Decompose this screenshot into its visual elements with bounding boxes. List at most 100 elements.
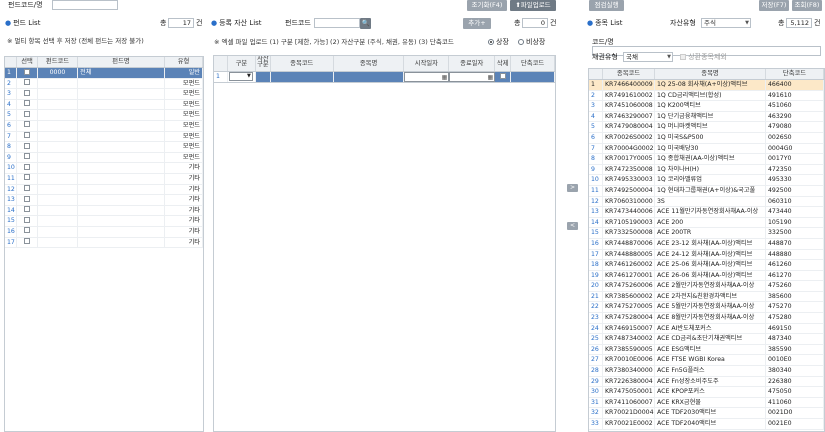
bond-type-select[interactable]: 국채 ▼ xyxy=(623,52,673,62)
select-checkbox[interactable] xyxy=(24,89,30,96)
table-row[interactable]: 16 KR7448870006 ACE 23-12 회사채(AA-이상)액티브 448… xyxy=(589,238,824,250)
table-row[interactable]: 5 KR7479080004 1Q 머니마켓액티브 479080 xyxy=(589,122,824,133)
table-row[interactable]: 16 기타 xyxy=(5,226,203,238)
col-category[interactable]: 구분 xyxy=(228,56,256,71)
select-checkbox[interactable] xyxy=(24,68,30,75)
item-name-cell[interactable] xyxy=(333,72,405,82)
col-fund-code[interactable]: 펀드코드 xyxy=(38,57,78,67)
table-row[interactable]: 26 KR7385590005 ACE ESG액티브 385590 xyxy=(589,344,824,356)
search-button[interactable]: 조회(F8) xyxy=(792,0,822,11)
select-checkbox[interactable] xyxy=(24,238,30,244)
col-stock-short[interactable]: 단축코드 xyxy=(766,69,824,79)
table-row[interactable]: 15 KR7332500008 ACE 200TR 332500 xyxy=(589,228,824,239)
table-row[interactable]: 3 KR7451060008 1Q K200액티브 451060 xyxy=(589,101,824,112)
calendar-icon[interactable]: ▦ xyxy=(488,73,494,81)
table-row[interactable]: 6 KR70026S0002 1Q 미국S&P500 0026S0 xyxy=(589,132,824,144)
table-row[interactable]: 18 KR7461260002 ACE 25-06 회사채(AA-이상)액티브 461… xyxy=(589,260,824,271)
col-stock-code[interactable]: 종목코드 xyxy=(603,69,655,79)
select-checkbox-cell[interactable] xyxy=(17,68,38,78)
file-upload-button[interactable]: ⬆파일업로드 xyxy=(510,0,556,11)
select-checkbox[interactable] xyxy=(24,132,30,139)
select-checkbox[interactable] xyxy=(24,185,30,192)
table-row[interactable]: 10 기타 xyxy=(5,163,203,174)
magnifier-icon[interactable]: 🔍 xyxy=(360,18,371,29)
table-row[interactable]: 4 KR7463290007 1Q 단기금융채액티브 463290 xyxy=(589,111,824,123)
table-row[interactable]: 22 KR7475270005 ACE 5월만기자동연장회사채AA-이상 475270 xyxy=(589,302,824,314)
table-row[interactable]: 8 모펀드 xyxy=(5,142,203,153)
select-checkbox[interactable] xyxy=(24,110,30,117)
table-row[interactable]: 20 KR7475260006 ACE 2월만기자동연장회사채AA-이상 475260 xyxy=(589,281,824,292)
short-code-cell[interactable] xyxy=(511,72,555,82)
select-checkbox[interactable] xyxy=(24,121,30,128)
table-row[interactable]: 1 KR7466400009 1Q 25-08 회사채(A+이상)액티브 466400 xyxy=(589,80,824,91)
table-row[interactable]: 15 기타 xyxy=(5,216,203,227)
select-checkbox-cell[interactable] xyxy=(17,110,38,120)
col-short-code[interactable]: 단축코드 xyxy=(511,56,555,71)
table-row[interactable]: 4 모펀드 xyxy=(5,99,203,111)
select-checkbox[interactable] xyxy=(24,174,30,181)
reset-button[interactable]: 조기화(F4) xyxy=(467,0,507,11)
table-row[interactable]: 13 기타 xyxy=(5,195,203,206)
table-row[interactable]: 33 KR70021E0002 ACE TDF2040액티브 0021E0 xyxy=(589,419,824,430)
fund-code-input[interactable] xyxy=(52,0,118,10)
asset-edit-row[interactable]: 1 ▼ ▦ ▦ xyxy=(214,72,555,83)
col-end-date[interactable]: 종료일자 xyxy=(449,56,496,71)
table-row[interactable]: 31 KR7411060007 ACE KRX금현물 411060 xyxy=(589,397,824,409)
radio-unlisted-circle[interactable] xyxy=(518,39,524,45)
col-start-date[interactable]: 시작일자 xyxy=(404,56,450,71)
asset-type-cell[interactable] xyxy=(255,72,271,82)
select-checkbox-cell[interactable] xyxy=(17,195,38,205)
table-row[interactable]: 8 KR70017Y0005 1Q 종합채권(AA-이상)액티브 0017Y0 xyxy=(589,154,824,165)
end-date-field[interactable]: ▦ xyxy=(449,72,496,82)
table-row[interactable]: 29 KR7226380004 ACE Fn성장소비주도주 226380 xyxy=(589,376,824,388)
start-date-field[interactable]: ▦ xyxy=(404,72,450,82)
move-right-button[interactable]: > xyxy=(567,184,578,192)
table-row[interactable]: 9 모펀드 xyxy=(5,152,203,164)
col-stock-name[interactable]: 종목명 xyxy=(655,69,766,79)
radio-listed[interactable]: 상장 xyxy=(488,37,509,47)
table-row[interactable]: 13 KR7473440006 ACE 11월만기자동연장회사채AA-이상 47344… xyxy=(589,207,824,218)
asset-fund-code-input[interactable] xyxy=(314,18,360,28)
table-row[interactable]: 5 모펀드 xyxy=(5,110,203,121)
calendar-icon[interactable]: ▦ xyxy=(442,73,448,81)
col-item-code[interactable]: 종목코드 xyxy=(271,56,334,71)
table-row[interactable]: 25 KR7487340002 ACE CD금리&초단기채권액티브 487340 xyxy=(589,334,824,345)
table-row[interactable]: 28 KR7380340000 ACE Fn5G플러스 380340 xyxy=(589,366,824,377)
table-row[interactable]: 27 KR70010E0006 ACE FTSE WGBI Korea 0010E0 xyxy=(589,355,824,367)
select-checkbox[interactable] xyxy=(24,163,30,170)
select-checkbox-cell[interactable] xyxy=(17,237,38,248)
table-row[interactable]: 7 모펀드 xyxy=(5,131,203,143)
col-delete[interactable]: 삭제 xyxy=(495,56,512,71)
select-checkbox-cell[interactable] xyxy=(17,173,38,184)
table-row[interactable]: 11 기타 xyxy=(5,173,203,185)
select-checkbox-cell[interactable] xyxy=(17,78,38,89)
table-row[interactable]: 14 기타 xyxy=(5,205,203,217)
table-row[interactable]: 1 0000 전체 일반 xyxy=(5,68,203,79)
category-select[interactable]: ▼ xyxy=(228,72,256,82)
delete-checkbox-cell[interactable] xyxy=(495,72,512,82)
select-checkbox-cell[interactable] xyxy=(17,163,38,173)
save-button[interactable]: 저장(F7) xyxy=(759,0,789,11)
select-checkbox-cell[interactable] xyxy=(17,226,38,237)
col-item-name[interactable]: 종목명 xyxy=(334,56,405,71)
table-row[interactable]: 3 모펀드 xyxy=(5,89,203,100)
delete-checkbox[interactable] xyxy=(499,72,506,79)
table-row[interactable]: 6 모펀드 xyxy=(5,120,203,132)
table-row[interactable]: 19 KR7461270001 ACE 26-06 회사채(AA-이상)액티브 461… xyxy=(589,270,824,282)
table-row[interactable]: 14 KR7105190003 ACE 200 105190 xyxy=(589,217,824,229)
select-checkbox-cell[interactable] xyxy=(17,152,38,163)
col-fund-name[interactable]: 펀드명 xyxy=(78,57,165,67)
select-checkbox-cell[interactable] xyxy=(17,120,38,131)
select-checkbox[interactable] xyxy=(24,195,30,202)
move-left-button[interactable]: < xyxy=(567,222,578,230)
select-checkbox-cell[interactable] xyxy=(17,184,38,195)
table-row[interactable]: 17 기타 xyxy=(5,237,203,249)
select-checkbox[interactable] xyxy=(24,100,30,107)
select-checkbox-cell[interactable] xyxy=(17,99,38,110)
table-row[interactable]: 2 모펀드 xyxy=(5,78,203,90)
exclude-redeemed-checkbox[interactable] xyxy=(680,53,686,60)
table-row[interactable]: 23 KR7475280004 ACE 8월만기자동연장회사채AA-이상 475280 xyxy=(589,313,824,324)
select-checkbox-cell[interactable] xyxy=(17,131,38,142)
select-checkbox[interactable] xyxy=(24,79,30,86)
table-row[interactable]: 12 KR7060310000 3S 060310 xyxy=(589,196,824,208)
